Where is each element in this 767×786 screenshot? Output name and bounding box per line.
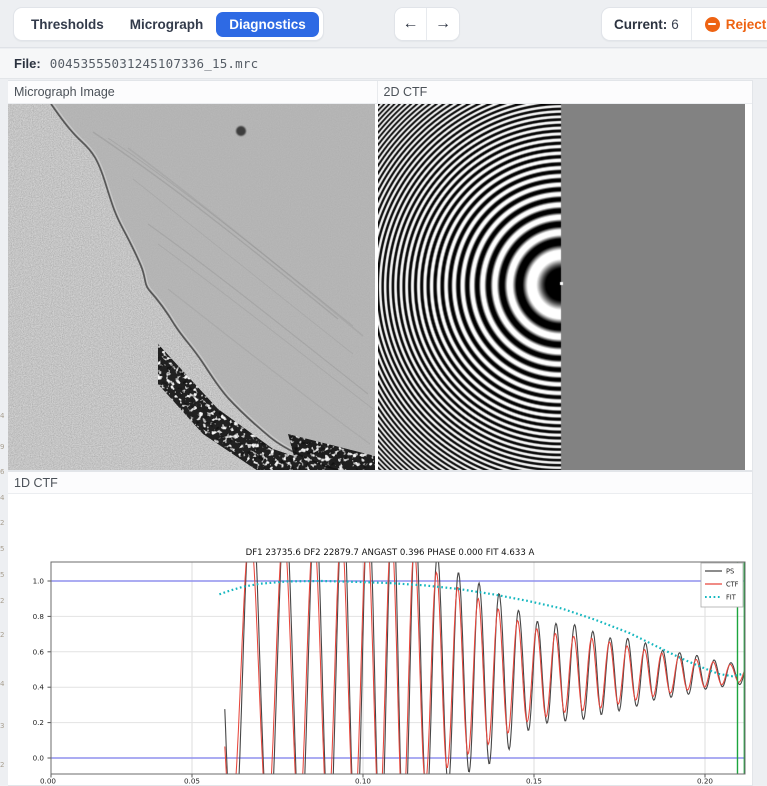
edge-tick-digit: 3 (0, 723, 5, 730)
legend-ctf-label: CTF (726, 580, 739, 588)
legend-ps-label: PS (726, 567, 734, 575)
edge-tick-digit: 2 (0, 598, 5, 605)
svg-text:0.05: 0.05 (184, 777, 200, 786)
edge-tick-digit: 5 (0, 546, 5, 553)
svg-text:0.4: 0.4 (33, 683, 45, 692)
svg-text:0.6: 0.6 (33, 647, 45, 656)
tab-thresholds[interactable]: Thresholds (18, 12, 117, 37)
x-axis-labels: 0.00 0.05 0.10 0.15 0.20 (40, 777, 713, 786)
tab-micrograph[interactable]: Micrograph (117, 12, 217, 37)
current-value: 6 (671, 16, 679, 32)
current-indicator: Current: 6 (602, 8, 692, 40)
micrograph-image (8, 104, 375, 470)
svg-text:0.10: 0.10 (355, 777, 371, 786)
tab-group: Thresholds Micrograph Diagnostics (13, 7, 324, 41)
ctf2d-panel-title: 2D CTF (376, 81, 753, 103)
svg-text:0.00: 0.00 (40, 777, 56, 786)
file-label: File: (14, 56, 41, 71)
svg-text:0.15: 0.15 (526, 777, 542, 786)
panel-headers: Micrograph Image 2D CTF (8, 81, 752, 104)
ctf1d-panel-title: 1D CTF (8, 472, 752, 494)
image-row (8, 104, 752, 470)
toolbar: Thresholds Micrograph Diagnostics ← → Cu… (0, 0, 767, 48)
nav-button-group: ← → (394, 7, 460, 41)
legend-fit-label: FIT (726, 593, 737, 601)
reject-button[interactable]: Reject (691, 8, 767, 40)
edge-tick-digit: 4 (0, 495, 5, 502)
svg-text:0.0: 0.0 (33, 754, 45, 763)
plot-title: DF1 23735.6 DF2 22879.7 ANGAST 0.396 PHA… (246, 548, 535, 558)
current-reject-group: Current: 6 Reject (601, 7, 767, 41)
reject-minus-icon (704, 16, 720, 32)
edge-tick-digit: 2 (0, 632, 5, 639)
edge-tick-digit: 5 (0, 572, 5, 579)
current-label: Current: (614, 16, 668, 32)
contamination-dot (236, 126, 246, 136)
next-button[interactable]: → (427, 8, 459, 40)
file-name: 00453555031245107336_15.mrc (49, 56, 259, 71)
svg-text:1.0: 1.0 (33, 577, 45, 586)
ctf-1d-plot: DF1 23735.6 DF2 22879.7 ANGAST 0.396 PHA… (33, 548, 746, 786)
svg-text:0.20: 0.20 (697, 777, 713, 786)
edge-tick-digit: 4 (0, 413, 5, 420)
tab-diagnostics[interactable]: Diagnostics (216, 11, 319, 37)
edge-tick-digit: 9 (0, 444, 5, 451)
file-bar: File: 00453555031245107336_15.mrc (0, 49, 767, 79)
micrograph-panel-title: Micrograph Image (14, 85, 115, 99)
plot-legend: PS CTF FIT (700, 562, 744, 608)
reject-label: Reject (725, 16, 767, 32)
edge-tick-digit: 4 (0, 681, 5, 688)
ctf1d-card: 1D CTF DF1 23735.6 DF2 22879.7 ANGAST 0.… (8, 471, 753, 786)
prev-button[interactable]: ← (395, 8, 427, 40)
svg-text:0.8: 0.8 (33, 612, 45, 621)
diagnostics-screen: Thresholds Micrograph Diagnostics ← → Cu… (0, 0, 767, 786)
arrow-right-icon: → (435, 15, 451, 32)
edge-tick-digit: 6 (0, 469, 5, 476)
ctf-2d-image (378, 104, 745, 470)
arrow-left-icon: ← (402, 15, 419, 32)
edge-tick-digit: 2 (0, 520, 5, 527)
y-axis-labels: 0.0 0.2 0.4 0.6 0.8 1.0 (33, 577, 45, 763)
svg-text:0.2: 0.2 (33, 718, 44, 727)
edge-tick-digit: 2 (0, 762, 5, 769)
image-panels-card: Micrograph Image 2D CTF (8, 80, 753, 471)
